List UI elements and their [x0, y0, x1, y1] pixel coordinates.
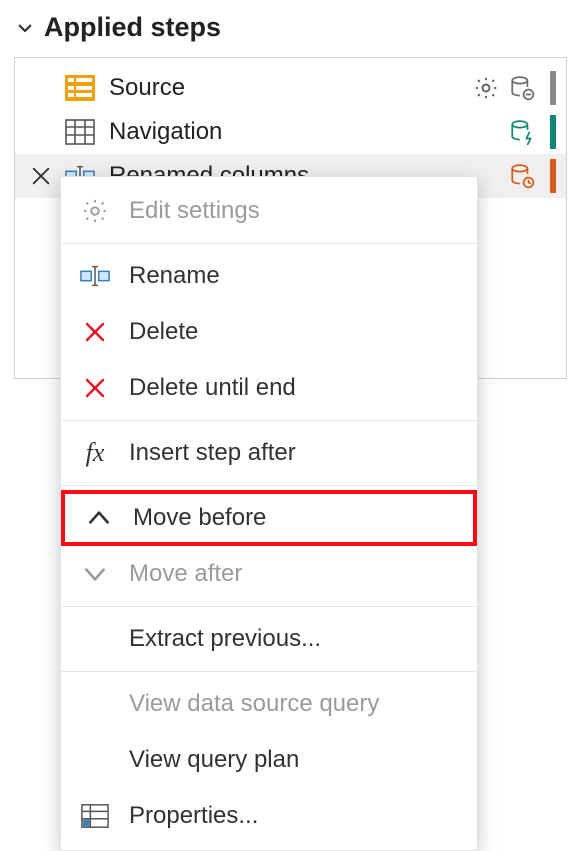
menu-label: Extract previous...: [129, 625, 459, 653]
blank-icon: [79, 688, 111, 720]
menu-properties[interactable]: Properties...: [61, 788, 477, 844]
database-bolt-icon: [508, 118, 536, 146]
chevron-down-icon: [16, 19, 34, 37]
menu-label: Move after: [129, 560, 459, 588]
menu-rename[interactable]: Rename: [61, 248, 477, 304]
section-title: Applied steps: [44, 12, 221, 43]
menu-label: Edit settings: [129, 197, 459, 225]
menu-label: View data source query: [129, 690, 459, 718]
menu-view-query-plan[interactable]: View query plan: [61, 732, 477, 788]
menu-edit-settings: Edit settings: [61, 183, 477, 239]
step-navigation[interactable]: Navigation: [15, 110, 566, 154]
menu-move-before[interactable]: Move before: [61, 490, 477, 546]
step-label: Navigation: [109, 118, 508, 146]
menu-label: Insert step after: [129, 439, 459, 467]
gear-icon[interactable]: [472, 74, 500, 102]
status-bar: [550, 71, 556, 105]
menu-separator: [61, 671, 477, 672]
menu-extract-previous[interactable]: Extract previous...: [61, 611, 477, 667]
menu-label: Move before: [133, 504, 455, 532]
gear-icon: [79, 195, 111, 227]
blank-icon: [79, 744, 111, 776]
menu-separator: [61, 420, 477, 421]
remove-step-icon[interactable]: [29, 164, 53, 188]
menu-delete-until-end[interactable]: Delete until end: [61, 360, 477, 416]
menu-view-data-source-query: View data source query: [61, 676, 477, 732]
status-bar: [550, 159, 556, 193]
close-icon: [79, 316, 111, 348]
menu-separator: [61, 485, 477, 486]
section-header[interactable]: Applied steps: [16, 12, 567, 43]
table-icon: [65, 117, 95, 147]
menu-label: Rename: [129, 262, 459, 290]
chevron-down-icon: [79, 558, 111, 590]
menu-delete[interactable]: Delete: [61, 304, 477, 360]
database-clock-icon: [508, 162, 536, 190]
menu-move-after: Move after: [61, 546, 477, 602]
context-menu: Edit settings Rename Delete Dele: [60, 176, 478, 851]
blank-icon: [79, 623, 111, 655]
menu-separator: [61, 243, 477, 244]
source-icon: [65, 73, 95, 103]
menu-label: Properties...: [129, 802, 459, 830]
menu-label: Delete: [129, 318, 459, 346]
step-source[interactable]: Source: [15, 66, 566, 110]
menu-label: Delete until end: [129, 374, 459, 402]
close-icon: [79, 372, 111, 404]
menu-insert-step-after[interactable]: fx Insert step after: [61, 425, 477, 481]
step-label: Source: [109, 74, 472, 102]
chevron-up-icon: [83, 502, 115, 534]
status-bar: [550, 115, 556, 149]
database-minus-icon: [508, 74, 536, 102]
menu-separator: [61, 606, 477, 607]
fx-icon: fx: [79, 437, 111, 469]
rename-icon: [79, 260, 111, 292]
properties-icon: [79, 800, 111, 832]
menu-label: View query plan: [129, 746, 459, 774]
